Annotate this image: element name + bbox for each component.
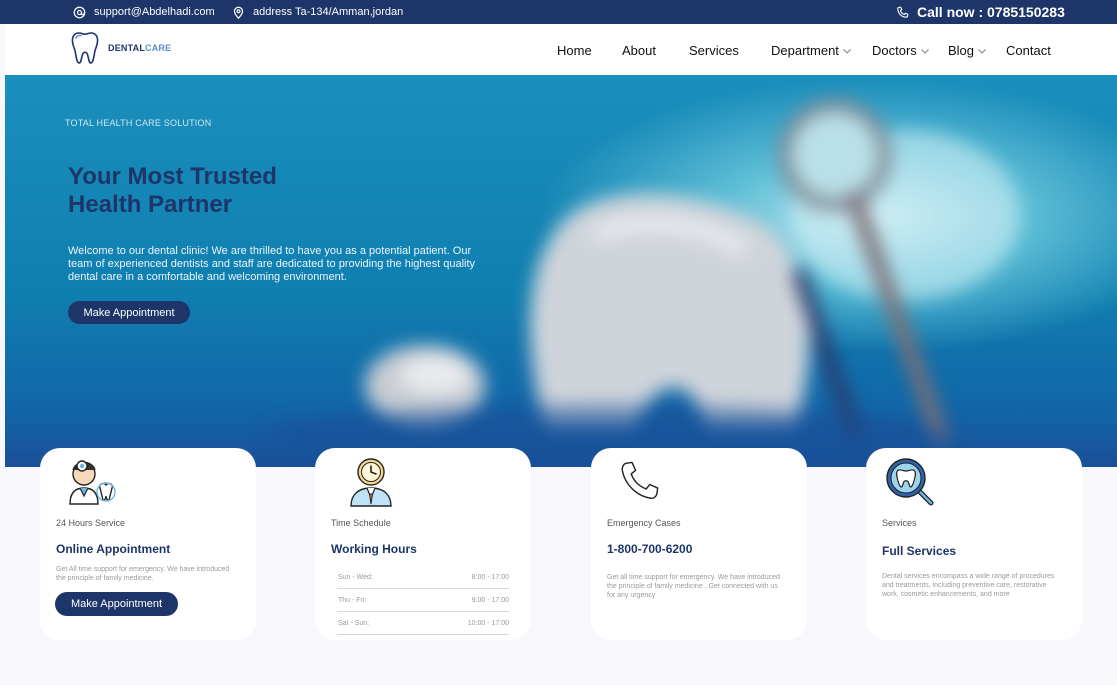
card-body: Get All time support for emergency. We h… — [56, 566, 230, 582]
card-heading: Working Hours — [331, 542, 417, 556]
call-contact[interactable]: Call now : 0785150283 — [896, 0, 1065, 24]
chevron-down-icon — [978, 48, 986, 54]
card-label: 24 Hours Service — [56, 518, 126, 528]
nav-doctors[interactable]: Doctors — [872, 43, 930, 58]
nav-doctors-label: Doctors — [872, 43, 917, 58]
location-pin-icon — [233, 6, 244, 19]
card-make-appointment-button[interactable]: Make Appointment — [55, 592, 178, 616]
brand-name: DENTALCARE — [108, 43, 171, 53]
brand-name-dental: DENTAL — [108, 43, 146, 53]
chevron-down-icon — [842, 48, 851, 54]
hero-title-line1: Your Most Trusted — [68, 163, 277, 190]
nav-department-label: Department — [771, 43, 839, 58]
hours-row: Sat - Sun: 10:00 - 17:00 — [337, 612, 509, 635]
main-navbar: DENTALCARE Home About Services Departmen… — [5, 24, 1117, 75]
card-heading: Online Appointment — [56, 542, 171, 556]
tooth-magnifier-icon — [886, 458, 934, 506]
at-sign-icon — [73, 6, 86, 18]
phone-icon — [621, 461, 659, 500]
brand-name-care: CARE — [145, 43, 172, 53]
logo[interactable]: DENTALCARE — [70, 30, 171, 66]
hours-time: 8:00 - 17:00 — [471, 573, 509, 581]
chevron-down-icon — [920, 48, 929, 54]
nav-about[interactable]: About — [622, 43, 656, 58]
card-label: Services — [882, 518, 917, 528]
dentist-icon — [69, 460, 116, 505]
card-online-appointment: 24 Hours Service Online Appointment Get … — [40, 448, 256, 640]
clock-doctor-icon — [350, 458, 392, 507]
card-label: Emergency Cases — [607, 518, 681, 528]
working-hours-list: Sun - Wed: 8:00 - 17:00 Thu - Fri: 9:00 … — [337, 566, 509, 635]
nav-home[interactable]: Home — [557, 43, 592, 58]
email-text: support@Abdelhadi.com — [94, 6, 215, 18]
top-bar: support@Abdelhadi.com address Ta-134/Amm… — [0, 0, 1117, 24]
phone-icon — [897, 6, 909, 18]
email-contact[interactable]: support@Abdelhadi.com — [73, 0, 215, 24]
hours-time: 10:00 - 17:00 — [467, 619, 509, 627]
hero-title: Your Most Trusted Health Partner — [68, 163, 368, 219]
nav-contact[interactable]: Contact — [1006, 43, 1051, 58]
hero-subtitle: TOTAL HEALTH CARE SOLUTION — [65, 118, 212, 128]
hours-row: Sun - Wed: 8:00 - 17:00 — [337, 566, 509, 589]
address-text: address Ta-134/Amman,jordan — [253, 6, 404, 18]
card-label: Time Schedule — [331, 518, 391, 528]
nav-blog[interactable]: Blog — [948, 43, 987, 58]
nav-blog-label: Blog — [948, 43, 975, 58]
address-contact: address Ta-134/Amman,jordan — [232, 0, 403, 24]
hero-make-appointment-button[interactable]: Make Appointment — [68, 301, 190, 324]
nav-department[interactable]: Department — [771, 43, 852, 58]
card-body: Dental services encompass a wide range o… — [882, 573, 1055, 598]
hours-row: Thu - Fri: 9:00 - 17:00 — [337, 589, 509, 612]
hero-section: TOTAL HEALTH CARE SOLUTION Your Most Tru… — [5, 75, 1117, 467]
hero-title-line2: Health Partner — [68, 191, 233, 218]
call-text: Call now : 0785150283 — [917, 4, 1065, 20]
hours-day: Sun - Wed: — [338, 573, 373, 581]
hours-day: Thu - Fri: — [338, 596, 367, 604]
card-working-hours: Time Schedule Working Hours Sun - Wed: 8… — [315, 448, 531, 640]
hours-time: 9:00 - 17:00 — [471, 596, 509, 604]
card-full-services: Services Full Services Dental services e… — [866, 448, 1082, 640]
card-heading: 1-800-700-6200 — [607, 542, 693, 556]
card-body: Get all time support for emergency. We h… — [607, 574, 780, 599]
card-heading: Full Services — [882, 544, 957, 558]
tooth-logo-icon — [71, 32, 99, 64]
nav-services[interactable]: Services — [689, 43, 739, 58]
card-emergency-cases: Emergency Cases 1-800-700-6200 Get all t… — [591, 448, 807, 640]
hero-description: Welcome to our dental clinic! We are thr… — [68, 245, 476, 283]
hours-day: Sat - Sun: — [338, 619, 370, 627]
